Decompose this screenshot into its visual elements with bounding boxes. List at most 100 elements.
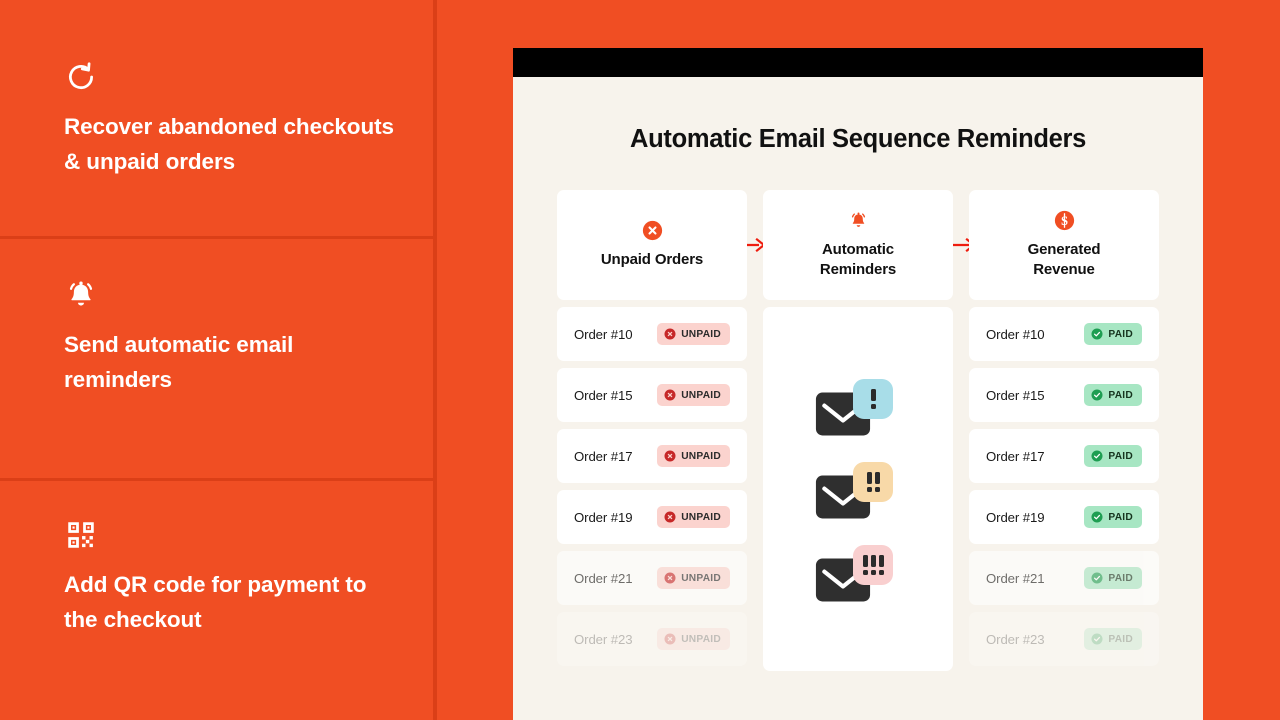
- status-badge: PAID: [1084, 567, 1142, 589]
- order-label: Order #17: [574, 448, 633, 464]
- order-label: Order #10: [574, 326, 633, 342]
- circle-check-icon: [1091, 572, 1103, 584]
- status-badge-label: UNPAID: [681, 389, 721, 401]
- column-heading-automatic-reminders: Automatic Reminders: [819, 241, 897, 278]
- column-header-generated-revenue: S Generated Revenue: [969, 190, 1159, 300]
- feature-text-qr: Add QR code for payment to the checkout: [64, 572, 367, 632]
- feature-item-recover: Recover abandoned checkouts & unpaid ord…: [0, 60, 433, 180]
- table-row[interactable]: Order #15 UNPAID: [557, 368, 747, 422]
- table-row[interactable]: Order #23 PAID: [969, 612, 1159, 666]
- sidebar-divider-1: [0, 236, 433, 239]
- status-badge-label: PAID: [1108, 389, 1133, 401]
- exclamation-badge: [853, 545, 893, 585]
- order-label: Order #19: [986, 509, 1045, 525]
- circle-check-icon: [1091, 450, 1103, 462]
- status-badge-label: PAID: [1108, 633, 1133, 645]
- table-row[interactable]: Order #23 UNPAID: [557, 612, 747, 666]
- status-badge-label: UNPAID: [681, 572, 721, 584]
- order-label: Order #21: [986, 570, 1045, 586]
- feature-item-reminders: Send automatic email reminders: [0, 278, 433, 398]
- table-row[interactable]: Order #17 PAID: [969, 429, 1159, 483]
- table-row[interactable]: Order #10 PAID: [969, 307, 1159, 361]
- table-row[interactable]: Order #17 UNPAID: [557, 429, 747, 483]
- page-root: Recover abandoned checkouts & unpaid ord…: [0, 0, 1280, 720]
- status-badge-label: UNPAID: [681, 450, 721, 462]
- circle-x-icon: [664, 511, 676, 523]
- table-row[interactable]: Order #19 UNPAID: [557, 490, 747, 544]
- circle-check-icon: [1091, 511, 1103, 523]
- bell-ringing-icon: [64, 278, 98, 312]
- order-label: Order #19: [574, 509, 633, 525]
- circle-check-icon: [1091, 328, 1103, 340]
- refresh-counterclockwise-icon: [64, 60, 98, 94]
- order-label: Order #10: [986, 326, 1045, 342]
- exclamation-mark-icon: [870, 555, 876, 575]
- feature-text-reminders: Send automatic email reminders: [64, 332, 294, 392]
- preview-area: Automatic Email Sequence Reminders Unpai…: [441, 0, 1280, 720]
- feature-item-qr: Add QR code for payment to the checkout: [0, 518, 433, 638]
- status-badge-label: PAID: [1108, 450, 1133, 462]
- order-list-paid: Order #10 PAID Order #15 PAID Order #17 PAID O…: [969, 307, 1159, 666]
- exclamation-mark-icon: [878, 555, 884, 575]
- exclamation-mark-icon: [874, 472, 880, 492]
- circle-check-icon: [1091, 633, 1103, 645]
- status-badge-label: PAID: [1108, 511, 1133, 523]
- feature-text-recover: Recover abandoned checkouts & unpaid ord…: [64, 114, 394, 174]
- reminder-mail-first-reminder: [815, 379, 901, 437]
- exclamation-mark-icon: [862, 555, 868, 575]
- order-label: Order #23: [574, 631, 633, 647]
- browser-chrome-bar: [513, 48, 1203, 77]
- column-unpaid-orders: Unpaid Orders Order #10 UNPAID Order #15 UN…: [557, 190, 747, 666]
- exclamation-mark-icon: [870, 389, 876, 409]
- table-row[interactable]: Order #19 PAID: [969, 490, 1159, 544]
- feature-sidebar: Recover abandoned checkouts & unpaid ord…: [0, 0, 437, 720]
- order-label: Order #21: [574, 570, 633, 586]
- column-generated-revenue: S Generated Revenue Order #10PAIDOrder #…: [969, 190, 1159, 666]
- qr-code-icon: [64, 518, 98, 552]
- table-row[interactable]: Order #10 UNPAID: [557, 307, 747, 361]
- order-label: Order #15: [986, 387, 1045, 403]
- table-row[interactable]: Order #21 UNPAID: [557, 551, 747, 605]
- status-badge-label: UNPAID: [681, 633, 721, 645]
- status-badge-label: UNPAID: [681, 511, 721, 523]
- status-badge: PAID: [1084, 445, 1142, 467]
- status-badge: UNPAID: [657, 323, 730, 345]
- page-title: Automatic Email Sequence Reminders: [629, 125, 1087, 153]
- reminder-mail-second-reminder: [815, 462, 901, 520]
- circle-dollar-icon: S: [1054, 210, 1075, 231]
- bell-ringing-icon: [848, 210, 869, 231]
- table-row[interactable]: Order #21 PAID: [969, 551, 1159, 605]
- status-badge: PAID: [1084, 323, 1142, 345]
- reminder-mail-third-reminder: [815, 545, 901, 603]
- circle-x-icon: [664, 328, 676, 340]
- status-badge-label: PAID: [1108, 572, 1133, 584]
- status-badge: UNPAID: [657, 506, 730, 528]
- column-heading-unpaid-orders: Unpaid Orders: [600, 251, 704, 269]
- order-label: Order #15: [574, 387, 633, 403]
- column-automatic-reminders: Automatic Reminders: [763, 190, 953, 671]
- circle-x-icon: [642, 220, 663, 241]
- status-badge: PAID: [1084, 384, 1142, 406]
- status-badge: UNPAID: [657, 567, 730, 589]
- circle-x-icon: [664, 450, 676, 462]
- status-badge: PAID: [1084, 506, 1142, 528]
- order-list-unpaid: Order #10 UNPAID Order #15 UNPAID Order #17 U…: [557, 307, 747, 666]
- status-badge: UNPAID: [657, 628, 730, 650]
- circle-check-icon: [1091, 389, 1103, 401]
- exclamation-badge: [853, 462, 893, 502]
- reminder-mail-panel: [763, 307, 953, 671]
- status-badge: UNPAID: [657, 384, 730, 406]
- exclamation-badge: [853, 379, 893, 419]
- column-header-unpaid-orders: Unpaid Orders: [557, 190, 747, 300]
- status-badge: UNPAID: [657, 445, 730, 467]
- order-label: Order #17: [986, 448, 1045, 464]
- app-preview-card: Automatic Email Sequence Reminders Unpai…: [513, 48, 1203, 720]
- status-badge: PAID: [1084, 628, 1142, 650]
- status-badge-label: PAID: [1108, 328, 1133, 340]
- exclamation-mark-icon: [866, 472, 872, 492]
- status-badge-label: UNPAID: [681, 328, 721, 340]
- table-row[interactable]: Order #15 PAID: [969, 368, 1159, 422]
- column-heading-generated-revenue: Generated Revenue: [1027, 241, 1101, 278]
- circle-x-icon: [664, 633, 676, 645]
- sequence-columns: Unpaid Orders Order #10 UNPAID Order #15 UN…: [513, 190, 1203, 671]
